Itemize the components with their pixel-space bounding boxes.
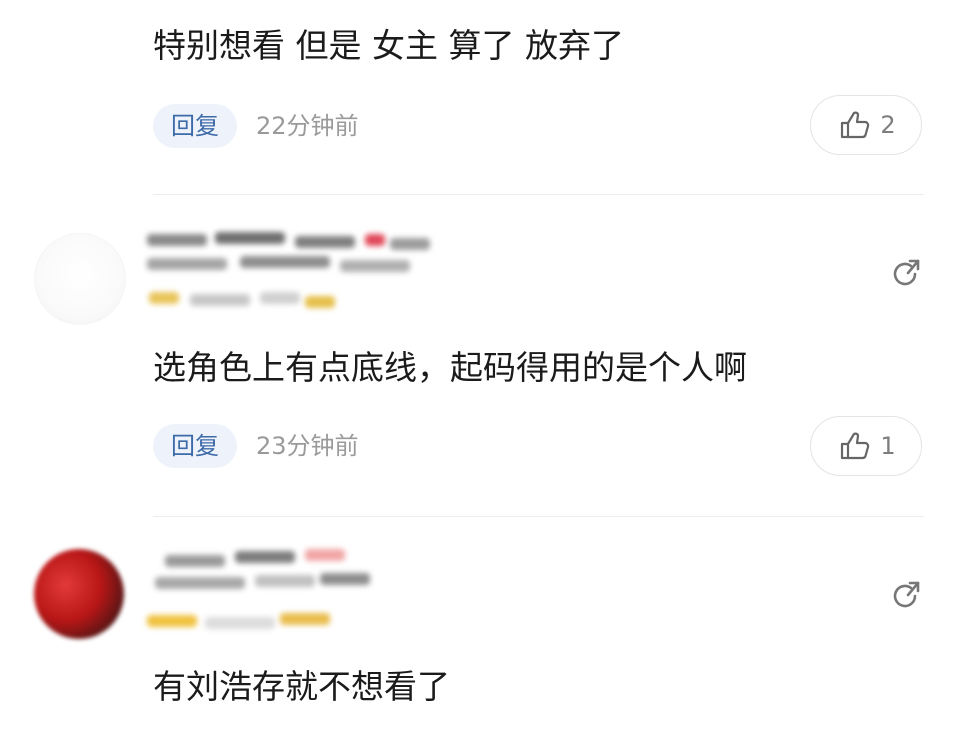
comment-3-text: 有刘浩存就不想看了 — [153, 667, 450, 706]
reply-button[interactable]: 回复 — [153, 424, 237, 468]
comment-time: 23分钟前 — [256, 432, 359, 460]
avatar[interactable] — [34, 549, 124, 639]
share-icon[interactable] — [888, 578, 924, 614]
thumbs-up-icon — [841, 111, 870, 139]
like-count: 1 — [880, 432, 896, 460]
like-button[interactable]: 1 — [810, 416, 922, 476]
username-blurred — [145, 226, 445, 316]
comment-divider — [153, 194, 924, 195]
share-icon[interactable] — [888, 256, 924, 292]
thumbs-up-icon — [841, 432, 870, 460]
username-blurred — [145, 545, 445, 635]
avatar[interactable] — [34, 233, 126, 325]
comment-time: 22分钟前 — [256, 112, 359, 140]
comment-1-text: 特别想看 但是 女主 算了 放弃了 — [153, 26, 624, 65]
reply-button[interactable]: 回复 — [153, 104, 237, 148]
comment-divider — [153, 516, 924, 517]
comment-2-text: 选角色上有点底线，起码得用的是个人啊 — [153, 348, 747, 387]
like-button[interactable]: 2 — [810, 95, 922, 155]
like-count: 2 — [880, 111, 896, 139]
